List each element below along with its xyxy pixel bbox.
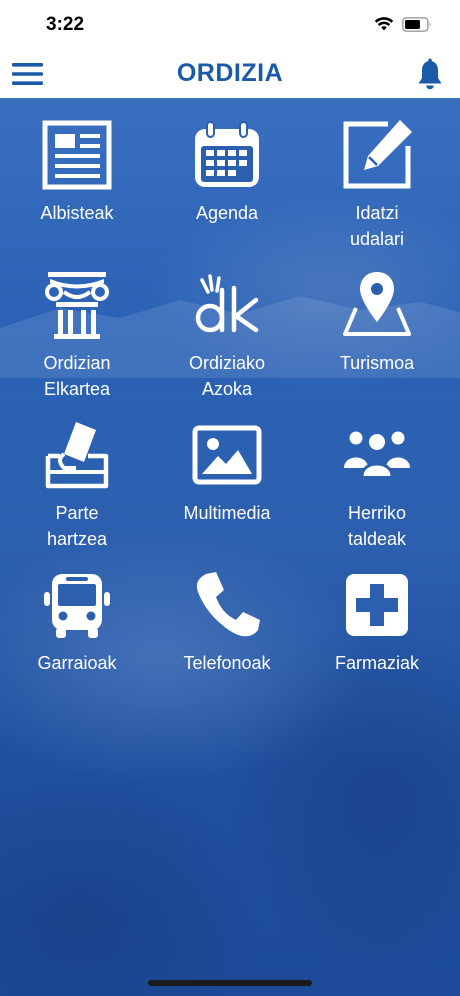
- group-icon: [344, 431, 410, 477]
- menu-item-idatzi-udalari[interactable]: Idatzi udalari: [302, 120, 452, 252]
- status-time: 3:22: [46, 14, 85, 35]
- menu-item-parte-hartzea[interactable]: Parte hartzea: [2, 420, 152, 552]
- menu-item-herriko-taldeak[interactable]: Herriko taldeak: [302, 420, 452, 552]
- menu-item-ordizian-elkartea[interactable]: Ordizian Elkartea: [2, 270, 152, 402]
- menu-item-agenda[interactable]: Agenda: [152, 120, 302, 226]
- newspaper-icon: [42, 120, 112, 190]
- menu-item-multimedia[interactable]: Multimedia: [152, 420, 302, 526]
- menu-item-ordiziako-azoka[interactable]: Ordiziako Azoka: [152, 270, 302, 402]
- home-indicator[interactable]: [148, 980, 312, 986]
- menu-item-label: Ordiziako Azoka: [188, 353, 266, 399]
- battery-icon: [402, 16, 431, 32]
- menu-item-label: Agenda: [195, 203, 259, 223]
- menu-item-label: Herriko taldeak: [347, 503, 407, 549]
- menu-item-albisteak[interactable]: Albisteak: [2, 120, 152, 226]
- edit-icon: [343, 120, 412, 189]
- menu-item-label: Turismoa: [339, 353, 415, 373]
- menu-item-label: Telefonoak: [183, 653, 271, 673]
- bus-icon: [44, 574, 110, 638]
- menu-item-telefonoak[interactable]: Telefonoak: [152, 570, 302, 676]
- pharmacy-icon: [346, 574, 408, 636]
- menu-item-label: Multimedia: [183, 503, 271, 523]
- menu-item-label: Garraioak: [37, 653, 117, 673]
- image-icon: [192, 425, 262, 485]
- page-title: ORDIZIA: [176, 59, 284, 87]
- menu-item-label: Farmaziak: [334, 653, 419, 673]
- phone-icon: [196, 572, 260, 637]
- menu-item-label: Albisteak: [40, 203, 114, 223]
- wifi-icon: [374, 17, 394, 31]
- menu-item-farmaziak[interactable]: Farmaziak: [302, 570, 452, 676]
- status-bar: 3:22: [0, 0, 460, 50]
- menu-item-turismoa[interactable]: Turismoa: [302, 270, 452, 376]
- ballot-box-icon: [45, 422, 109, 489]
- menu-item-label: Parte hartzea: [46, 503, 108, 549]
- menu-item-garraioak[interactable]: Garraioak: [2, 570, 152, 676]
- menu-item-label: Idatzi udalari: [349, 203, 405, 249]
- app-screen: 3:22 ORDIZIA Albisteak Agenda Idatzi uda…: [0, 0, 460, 996]
- app-header: ORDIZIA: [0, 50, 460, 98]
- bell-icon[interactable]: [416, 58, 444, 92]
- column-capital-icon: [45, 272, 109, 339]
- dk-logo-icon: [195, 274, 259, 333]
- calendar-icon: [195, 121, 259, 187]
- map-pin-icon: [343, 272, 411, 336]
- menu-item-label: Ordizian Elkartea: [43, 353, 111, 399]
- status-icons: [374, 16, 432, 32]
